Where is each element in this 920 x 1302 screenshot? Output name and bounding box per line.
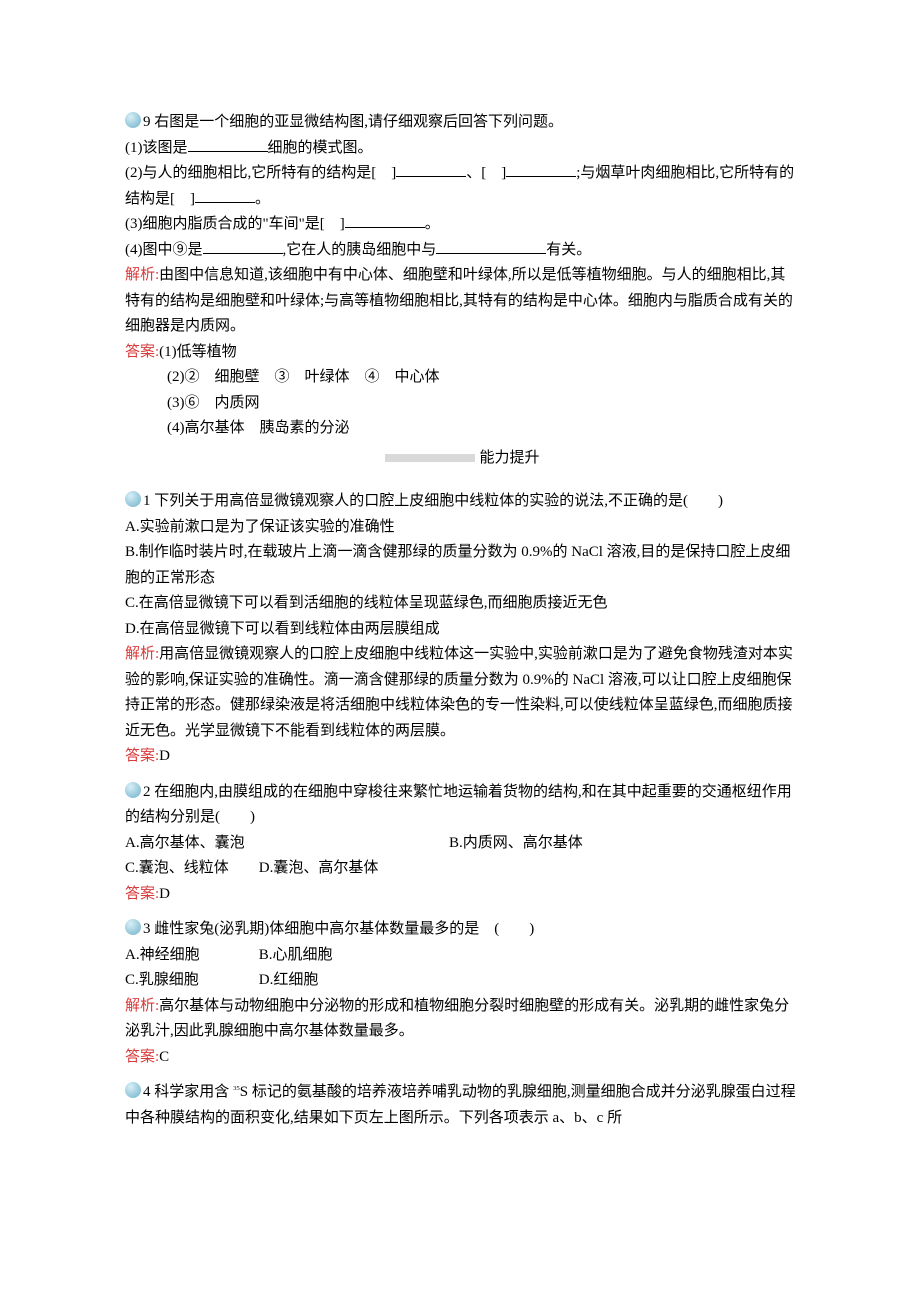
explanation-text: 高尔基体与动物细胞中分泌物的形成和植物细胞分裂时细胞壁的形成有关。泌乳期的雌性家…: [125, 998, 789, 1040]
q9-answer-2: (2)② 细胞壁 ③ 叶绿体 ④ 中心体: [125, 365, 800, 391]
blank: [203, 238, 283, 254]
text: 、[ ]: [466, 165, 506, 181]
q3-answer: 答案:C: [125, 1045, 800, 1071]
blank: [506, 161, 576, 177]
bullet-icon: [125, 491, 141, 507]
q9-part1: (1)该图是 细胞的模式图。: [125, 136, 800, 162]
blank: [195, 187, 255, 203]
text: (4)图中⑨是: [125, 242, 203, 258]
q9-num: 9: [143, 114, 151, 130]
q4-num: 4: [143, 1084, 151, 1100]
text: 细胞的模式图。: [268, 140, 373, 156]
explanation-text: 由图中信息知道,该细胞中有中心体、细胞壁和叶绿体,所以是低等植物细胞。与人的细胞…: [125, 267, 793, 334]
q9-answer: 答案:(1)低等植物: [125, 340, 800, 366]
q1-option-b: B.制作临时装片时,在载玻片上滴一滴含健那绿的质量分数为 0.9%的 NaCl …: [125, 540, 800, 591]
explanation-label: 解析:: [125, 646, 159, 662]
q9-answer-3: (3)⑥ 内质网: [125, 391, 800, 417]
answer-label: 答案:: [125, 344, 159, 360]
answer-label: 答案:: [125, 748, 159, 764]
explanation-text: 用高倍显微镜观察人的口腔上皮细胞中线粒体这一实验中,实验前漱口是为了避免食物残渣…: [125, 646, 793, 739]
text: (3)细胞内脂质合成的"车间"是[ ]: [125, 216, 345, 232]
q9-part3: (3)细胞内脂质合成的"车间"是[ ] 。: [125, 212, 800, 238]
explanation-label: 解析:: [125, 998, 159, 1014]
text: ,它在人的胰岛细胞中与: [283, 242, 437, 258]
blank: [436, 238, 546, 254]
q2-options-row1: A.高尔基体、囊泡B.内质网、高尔基体: [125, 831, 800, 857]
text: (1)该图是: [125, 140, 188, 156]
q3-options-row1: A.神经细胞 B.心肌细胞: [125, 943, 800, 969]
q4-stem-a: 科学家用含: [154, 1084, 233, 1100]
question-3: 3 雌性家兔(泌乳期)体细胞中高尔基体数量最多的是 ( ): [125, 917, 800, 943]
text: 。: [255, 191, 270, 207]
q2-options-row2: C.囊泡、线粒体 D.囊泡、高尔基体: [125, 856, 800, 882]
divider-title: 能力提升: [479, 450, 539, 466]
q3-options-row2: C.乳腺细胞 D.红细胞: [125, 968, 800, 994]
bullet-icon: [125, 782, 141, 798]
q3-option-d: D.红细胞: [259, 968, 389, 994]
q3-explanation: 解析:高尔基体与动物细胞中分泌物的形成和植物细胞分裂时细胞壁的形成有关。泌乳期的…: [125, 994, 800, 1045]
bullet-icon: [125, 112, 141, 128]
q9-answer-4: (4)高尔基体 胰岛素的分泌: [125, 416, 800, 442]
q9-stem: 右图是一个细胞的亚显微结构图,请仔细观察后回答下列问题。: [154, 114, 563, 130]
bullet-icon: [125, 919, 141, 935]
q2-option-b: B.内质网、高尔基体: [449, 831, 773, 857]
q9-explanation: 解析:由图中信息知道,该细胞中有中心体、细胞壁和叶绿体,所以是低等植物细胞。与人…: [125, 263, 800, 340]
answer-text: D: [159, 886, 170, 902]
question-9: 9 右图是一个细胞的亚显微结构图,请仔细观察后回答下列问题。: [125, 110, 800, 136]
q9-part2: (2)与人的细胞相比,它所特有的结构是[ ]、[ ];与烟草叶肉细胞相比,它所特…: [125, 161, 800, 212]
explanation-label: 解析:: [125, 267, 159, 283]
answer-label: 答案:: [125, 1049, 159, 1065]
q2-option-d: D.囊泡、高尔基体: [259, 856, 389, 882]
q2-option-c: C.囊泡、线粒体: [125, 856, 255, 882]
divider-bar-icon: [385, 454, 475, 462]
question-4: 4 科学家用含 35S 标记的氨基酸的培养液培养哺乳动物的乳腺细胞,测量细胞合成…: [125, 1080, 800, 1131]
answer-text: C: [159, 1049, 169, 1065]
blank: [188, 136, 268, 152]
text: 有关。: [546, 242, 591, 258]
text: (2)与人的细胞相比,它所特有的结构是[ ]: [125, 165, 396, 181]
q4-sup: 35: [233, 1085, 240, 1092]
answer-text: (1)低等植物: [159, 344, 237, 360]
section-divider: 能力提升: [125, 446, 800, 472]
q1-option-c: C.在高倍显微镜下可以看到活细胞的线粒体呈现蓝绿色,而细胞质接近无色: [125, 591, 800, 617]
question-2: 2 在细胞内,由膜组成的在细胞中穿梭往来繁忙地运输着货物的结构,和在其中起重要的…: [125, 780, 800, 831]
q3-num: 3: [143, 921, 151, 937]
question-1: 1 下列关于用高倍显微镜观察人的口腔上皮细胞中线粒体的实验的说法,不正确的是( …: [125, 489, 800, 515]
answer-text: D: [159, 748, 170, 764]
q1-stem: 下列关于用高倍显微镜观察人的口腔上皮细胞中线粒体的实验的说法,不正确的是( ): [154, 493, 723, 509]
q3-option-b: B.心肌细胞: [259, 943, 389, 969]
q2-num: 2: [143, 784, 151, 800]
q1-option-a: A.实验前漱口是为了保证该实验的准确性: [125, 515, 800, 541]
blank: [396, 161, 466, 177]
q3-option-a: A.神经细胞: [125, 943, 255, 969]
q3-stem: 雌性家兔(泌乳期)体细胞中高尔基体数量最多的是 ( ): [154, 921, 534, 937]
q2-option-a: A.高尔基体、囊泡: [125, 831, 449, 857]
bullet-icon: [125, 1082, 141, 1098]
q1-explanation: 解析:用高倍显微镜观察人的口腔上皮细胞中线粒体这一实验中,实验前漱口是为了避免食…: [125, 642, 800, 744]
q9-part4: (4)图中⑨是 ,它在人的胰岛细胞中与 有关。: [125, 238, 800, 264]
q2-answer: 答案:D: [125, 882, 800, 908]
blank: [345, 212, 425, 228]
q1-option-d: D.在高倍显微镜下可以看到线粒体由两层膜组成: [125, 617, 800, 643]
q1-answer: 答案:D: [125, 744, 800, 770]
text: 。: [425, 216, 440, 232]
q1-num: 1: [143, 493, 151, 509]
q2-stem: 在细胞内,由膜组成的在细胞中穿梭往来繁忙地运输着货物的结构,和在其中起重要的交通…: [125, 784, 792, 826]
answer-label: 答案:: [125, 886, 159, 902]
q3-option-c: C.乳腺细胞: [125, 968, 255, 994]
